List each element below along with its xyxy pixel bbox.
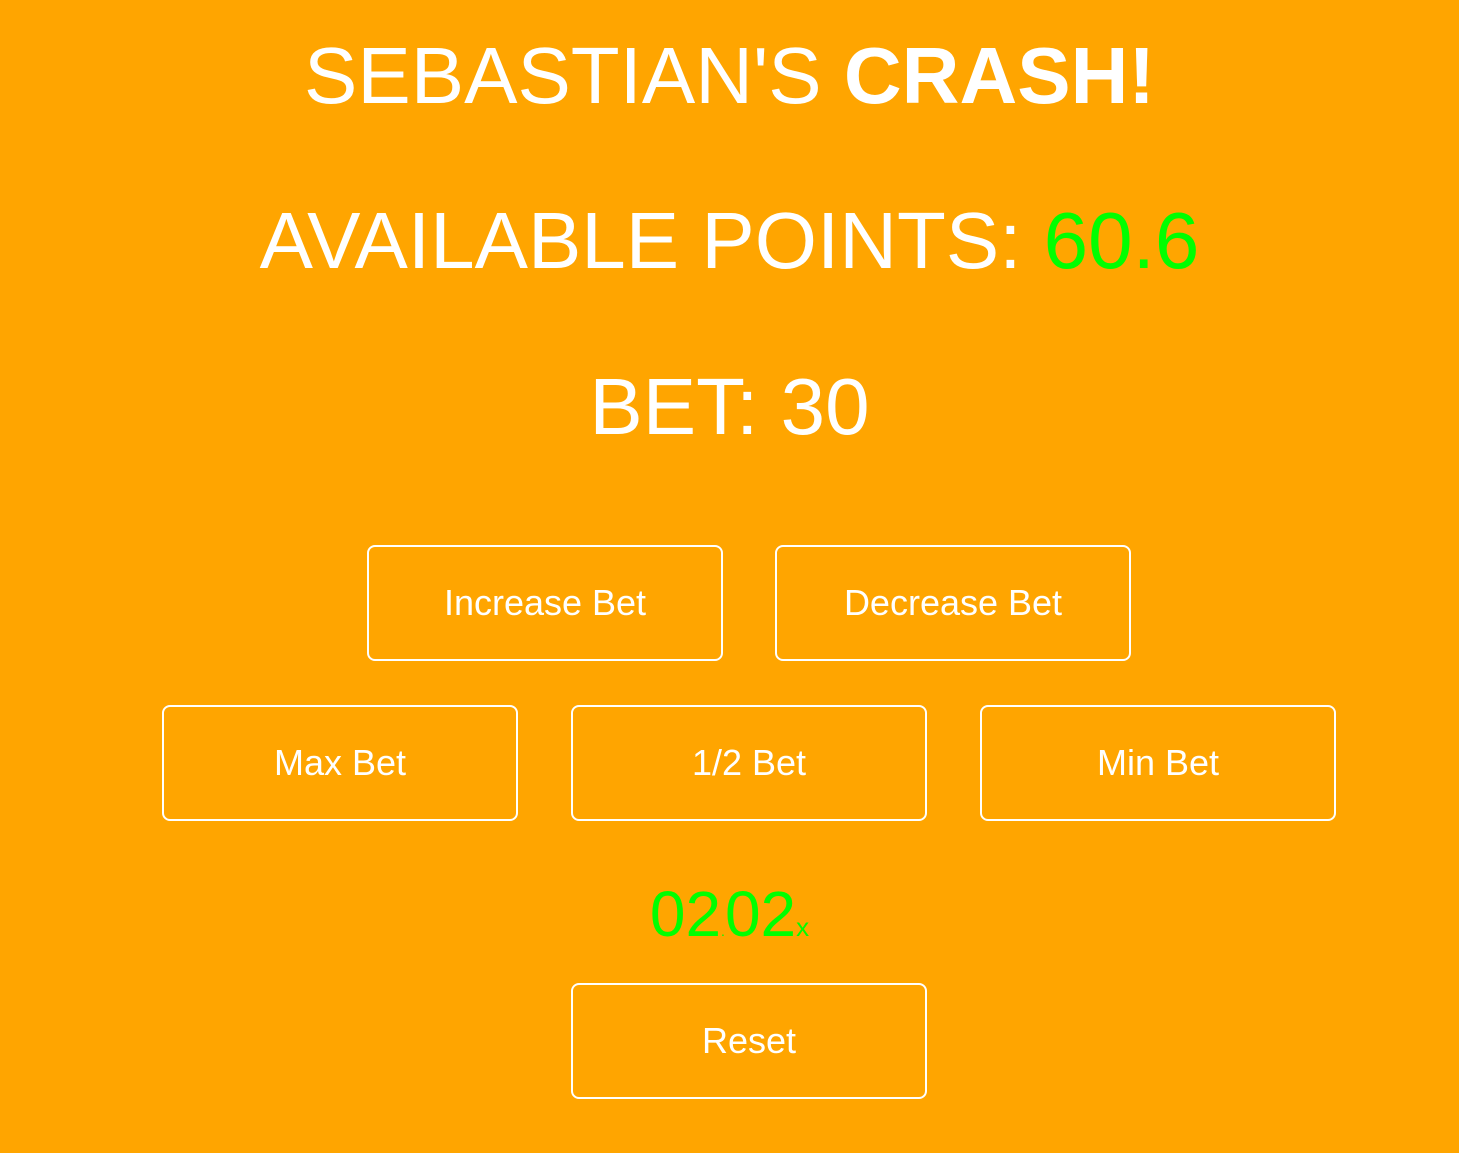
bet-value: 30 [780,362,870,451]
min-bet-button[interactable]: Min Bet [980,705,1336,821]
title-prefix: SEBASTIAN'S [304,31,844,120]
multiplier-whole: 02 [649,878,722,950]
decrease-bet-button[interactable]: Decrease Bet [775,545,1131,661]
max-bet-button[interactable]: Max Bet [162,705,518,821]
reset-button[interactable]: Reset [571,983,927,1099]
current-bet: BET: 30 [0,359,1459,455]
points-label: AVAILABLE POINTS: [259,196,1044,285]
bet-label: BET: [589,362,781,451]
points-value: 60.6 [1043,196,1200,285]
crash-multiplier: 02.02x [0,874,1459,972]
available-points: AVAILABLE POINTS: 60.6 [0,193,1459,289]
half-bet-button[interactable]: 1/2 Bet [571,705,927,821]
multiplier-suffix: x [796,912,810,942]
game-title: SEBASTIAN'S CRASH! [0,28,1459,124]
increase-bet-button[interactable]: Increase Bet [367,545,723,661]
multiplier-fraction: 02 [724,878,797,950]
title-bold: CRASH! [843,31,1155,120]
